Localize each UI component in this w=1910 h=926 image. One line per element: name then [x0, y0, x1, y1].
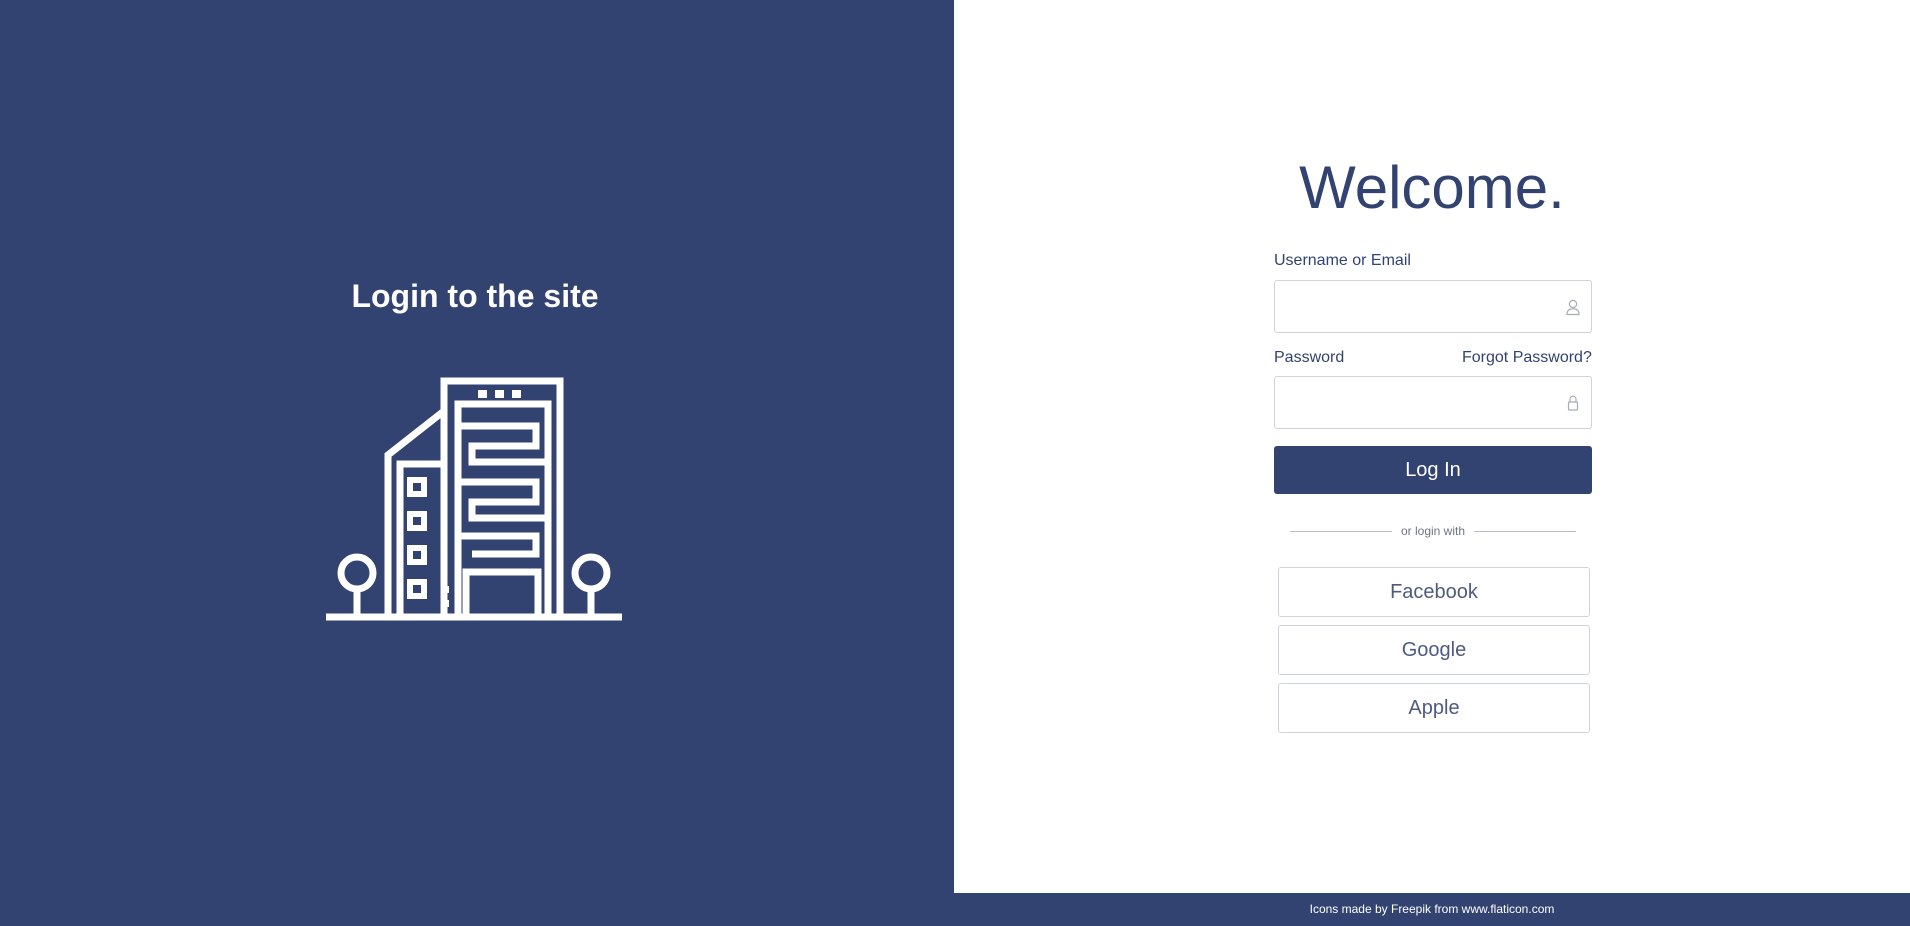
username-field [1274, 280, 1592, 333]
apple-login-button[interactable]: Apple [1278, 683, 1590, 733]
password-field [1274, 376, 1592, 429]
facebook-login-button[interactable]: Facebook [1278, 567, 1590, 617]
password-label: Password [1274, 349, 1345, 366]
lock-icon [1567, 395, 1579, 411]
user-icon [1566, 299, 1580, 316]
google-login-button[interactable]: Google [1278, 625, 1590, 675]
login-button[interactable]: Log In [1274, 446, 1592, 494]
office-building-icon [326, 377, 622, 621]
login-divider: or login with [1290, 522, 1576, 540]
footer-credit: Icons made by Freepik from www.flaticon.… [1309, 902, 1555, 916]
forgot-password-link[interactable]: Forgot Password? [1462, 348, 1592, 368]
login-panel: Welcome. Username or Email Password Forg… [954, 0, 1910, 893]
password-input[interactable] [1275, 377, 1545, 428]
left-panel: Login to the site [0, 0, 954, 926]
username-input[interactable] [1275, 281, 1545, 332]
left-panel-title: Login to the site [351, 278, 599, 314]
divider-line-right [1474, 531, 1576, 532]
username-label: Username or Email [1274, 252, 1411, 269]
footer: Icons made by Freepik from www.flaticon.… [954, 893, 1910, 926]
welcome-heading: Welcome. [1299, 154, 1565, 221]
